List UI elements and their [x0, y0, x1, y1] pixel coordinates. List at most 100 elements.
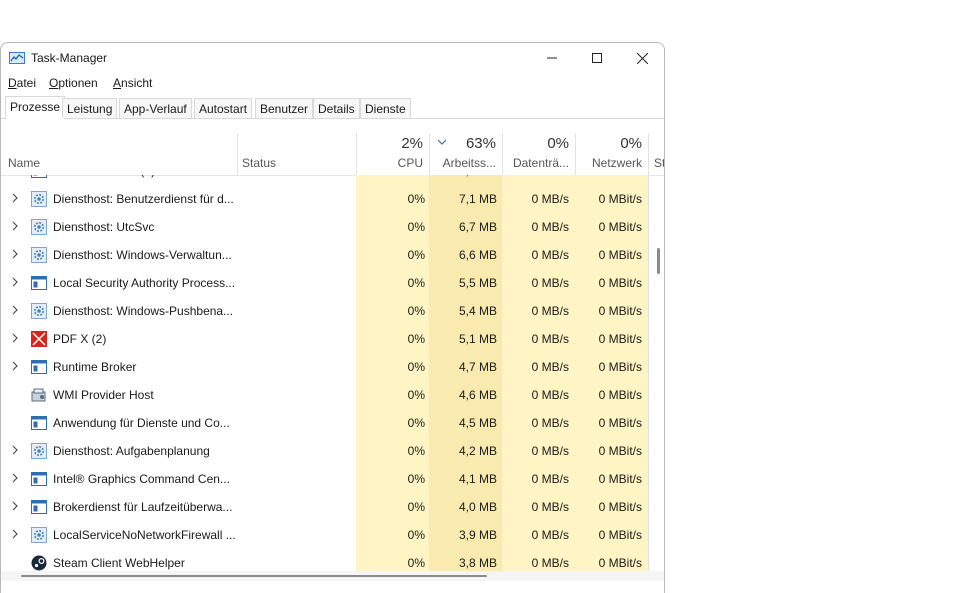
- cpu-value: 0%: [407, 416, 425, 430]
- disk-value: 0 MB/s: [531, 192, 569, 206]
- table-row[interactable]: Diensthost: Aufgabenplanung 0% 4,2 MB 0 MB/…: [1, 437, 664, 465]
- close-button[interactable]: [619, 43, 664, 73]
- process-name: Diensthost: Windows-Verwaltun...: [53, 248, 232, 262]
- column-header: Name Status 2% CPU 63% Arbeitss... 0% Da…: [1, 133, 664, 176]
- gear-icon: [31, 303, 47, 319]
- horizontal-scrollbar[interactable]: [1, 571, 664, 581]
- minimize-button[interactable]: [529, 43, 575, 73]
- column-cpu[interactable]: 2% CPU: [356, 133, 429, 175]
- table-row[interactable]: WMI Provider Host 0% 4,6 MB 0 MB/s 0 MBit/s: [1, 381, 664, 409]
- network-value: 0 MBit/s: [598, 276, 642, 290]
- column-memory[interactable]: 63% Arbeitss...: [429, 133, 502, 175]
- gear-icon: [31, 191, 47, 207]
- table-row[interactable]: PDF X (2) 0% 5,1 MB 0 MB/s 0 MBit/s: [1, 325, 664, 353]
- disk-value: 0 MB/s: [531, 220, 569, 234]
- memory-value: 3,9 MB: [458, 528, 497, 542]
- window-title: Task-Manager: [31, 51, 108, 65]
- chevron-right-icon[interactable]: [10, 445, 20, 455]
- chevron-right-icon[interactable]: [10, 305, 20, 315]
- memory-value: 4,6 MB: [458, 388, 497, 402]
- table-row[interactable]: Brokerdienst für Laufzeitüberwa... 0% 4,0 …: [1, 493, 664, 521]
- table-row[interactable]: Diensthost: UtcSvc 0% 6,7 MB 0 MB/s 0 MBit/s: [1, 213, 664, 241]
- cpu-value: 0%: [407, 248, 425, 262]
- disk-value: 0 MB/s: [531, 276, 569, 290]
- cpu-value: 0%: [407, 276, 425, 290]
- column-disk[interactable]: 0% Datenträ...: [502, 133, 575, 175]
- close-icon: [636, 52, 648, 64]
- menu-ansicht[interactable]: Ansicht: [113, 76, 152, 90]
- title-bar[interactable]: Task-Manager: [1, 43, 664, 73]
- network-value: 0 MBit/s: [598, 220, 642, 234]
- cpu-value: 0%: [407, 360, 425, 374]
- process-name: Runtime Broker: [53, 360, 137, 374]
- menu-optionen[interactable]: Optionen: [49, 76, 98, 90]
- cpu-value: 0%: [407, 388, 425, 402]
- tab-app-verlauf[interactable]: App-Verlauf: [119, 98, 192, 118]
- column-network[interactable]: 0% Netzwerk: [575, 133, 648, 175]
- chevron-right-icon[interactable]: [10, 529, 20, 539]
- table-row[interactable]: Runtime Broker 0% 4,7 MB 0 MB/s 0 MBit/s: [1, 353, 664, 381]
- vertical-scrollbar-thumb[interactable]: [657, 248, 660, 274]
- tab-prozesse[interactable]: Prozesse: [5, 96, 66, 119]
- memory-value: 6,7 MB: [458, 220, 497, 234]
- tab-leistung[interactable]: Leistung: [62, 98, 118, 118]
- cpu-value: 0%: [408, 175, 425, 178]
- table-row[interactable]: Steam Client WebHelper 0% 3,8 MB 0 MB/s 0 MB…: [1, 549, 664, 571]
- maximize-button[interactable]: [574, 43, 620, 73]
- tab-dienste[interactable]: Dienste: [360, 98, 411, 118]
- chevron-right-icon[interactable]: [10, 193, 20, 203]
- chevron-right-icon[interactable]: [10, 333, 20, 343]
- memory-value: 4,1 MB: [458, 472, 497, 486]
- network-value: 0 MBit/s: [599, 175, 642, 178]
- tab-details[interactable]: Details: [313, 98, 360, 118]
- table-row[interactable]: Diensthost: Benutzerdienst für d... 0% 7,1…: [1, 185, 664, 213]
- memory-label: Arbeitss...: [442, 156, 496, 170]
- app-window-icon: [31, 275, 47, 291]
- cpu-value: 0%: [407, 444, 425, 458]
- network-value: 0 MBit/s: [598, 416, 642, 430]
- table-row[interactable]: Local Security Authority Process... 0% 5,5…: [1, 269, 664, 297]
- tab-benutzer[interactable]: Benutzer: [255, 98, 314, 118]
- column-name-label: Name: [8, 156, 41, 170]
- table-row[interactable]: Diensthost: Windows-Pushbena... 0% 5,4 MB 0…: [1, 297, 664, 325]
- app-window-icon: [31, 415, 47, 431]
- chevron-right-icon[interactable]: [10, 501, 20, 511]
- chevron-right-icon[interactable]: [10, 221, 20, 231]
- process-name: Diensthost: Windows-Pushbena...: [53, 304, 234, 318]
- memory-value: 5,1 MB: [458, 332, 497, 346]
- column-next[interactable]: St: [648, 133, 665, 175]
- network-value: 0 MBit/s: [598, 360, 642, 374]
- steam-icon: [31, 555, 47, 571]
- chevron-right-icon[interactable]: [10, 249, 20, 259]
- menu-datei[interactable]: Datei: [8, 76, 36, 90]
- table-row[interactable]: Anwendung für Dienste und Co... 0% 4,5 MB 0…: [1, 409, 664, 437]
- app-window-icon: [31, 499, 47, 515]
- column-name[interactable]: Name: [1, 133, 237, 175]
- disk-value: 0 MB/s: [531, 388, 569, 402]
- cpu-label: CPU: [397, 156, 423, 170]
- task-manager-icon: [9, 52, 25, 64]
- app-window-icon: [31, 471, 47, 487]
- column-status[interactable]: Status: [237, 133, 356, 175]
- task-manager-window: Task-Manager Datei Optionen Ansicht Proz…: [0, 42, 665, 593]
- memory-value: 7,1 MB: [458, 192, 497, 206]
- horizontal-scrollbar-thumb[interactable]: [21, 575, 487, 577]
- chevron-right-icon[interactable]: [10, 473, 20, 483]
- table-row[interactable]: GlobalAccounts (3) 0% 7,1 MB 0 MB/s 0 MBit/s: [1, 175, 664, 185]
- disk-value: 0 MB/s: [531, 472, 569, 486]
- column-next-label: St: [654, 156, 665, 170]
- network-value: 0 MBit/s: [598, 192, 642, 206]
- disk-value: 0 MB/s: [531, 248, 569, 262]
- process-name: Anwendung für Dienste und Co...: [53, 416, 230, 430]
- table-row[interactable]: Diensthost: Windows-Verwaltun... 0% 6,6 MB…: [1, 241, 664, 269]
- table-row[interactable]: LocalServiceNoNetworkFirewall ... 0% 3,9 M…: [1, 521, 664, 549]
- chevron-right-icon[interactable]: [10, 277, 20, 287]
- cpu-percent: 2%: [401, 135, 423, 152]
- table-row[interactable]: Intel® Graphics Command Cen... 0% 4,1 MB 0 …: [1, 465, 664, 493]
- process-name: Diensthost: Benutzerdienst für d...: [53, 192, 234, 206]
- pdf-icon: [31, 331, 47, 347]
- tab-autostart[interactable]: Autostart: [194, 98, 253, 118]
- network-value: 0 MBit/s: [598, 528, 642, 542]
- chevron-right-icon[interactable]: [10, 361, 20, 371]
- network-percent: 0%: [620, 135, 642, 152]
